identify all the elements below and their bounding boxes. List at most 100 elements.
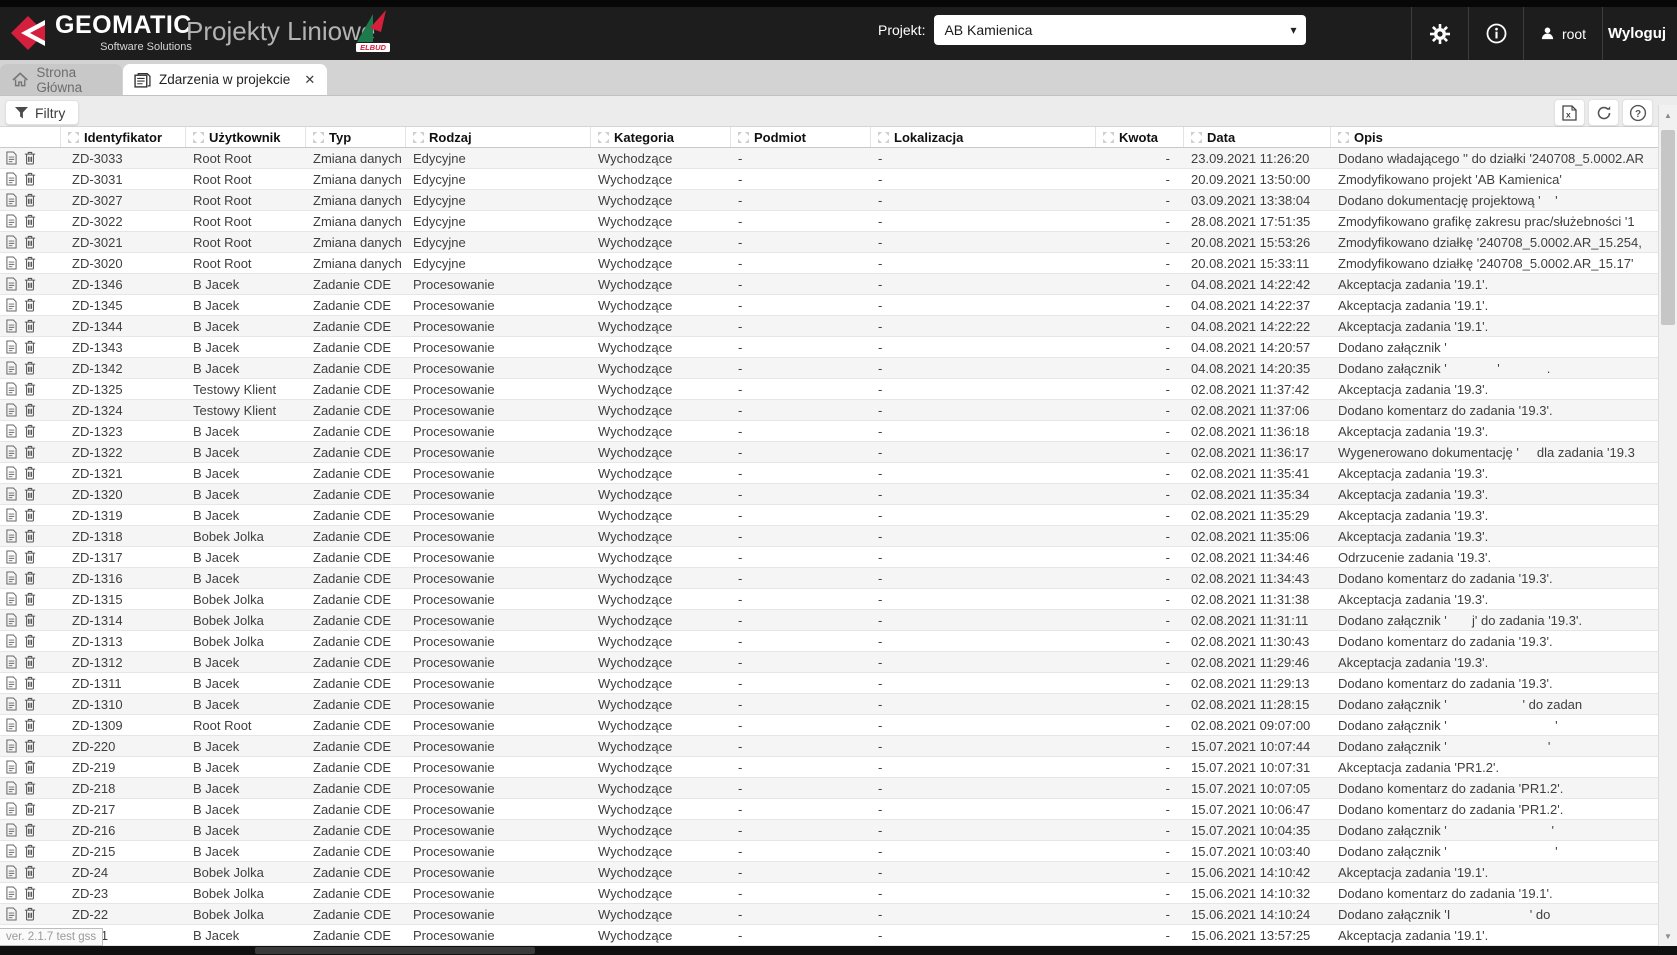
delete-event-button[interactable]	[24, 277, 36, 291]
view-event-button[interactable]	[6, 445, 17, 459]
info-button[interactable]	[1469, 7, 1523, 60]
view-event-button[interactable]	[6, 550, 17, 564]
table-row[interactable]: ZD-1324 Testowy Klient Zadanie CDE Procesow…	[0, 400, 1658, 421]
view-event-button[interactable]	[6, 718, 17, 732]
view-event-button[interactable]	[6, 907, 17, 921]
column-header-kwota[interactable]: Kwota	[1095, 127, 1183, 147]
table-row[interactable]: ZD-1311 B Jacek Zadanie CDE Procesowanie Wyc…	[0, 673, 1658, 694]
column-header-identyfikator[interactable]: Identyfikator	[60, 127, 185, 147]
delete-event-button[interactable]	[24, 760, 36, 774]
column-header-kategoria[interactable]: Kategoria	[590, 127, 730, 147]
table-row[interactable]: ZD-1318 Bobek Jolka Zadanie CDE Procesowani…	[0, 526, 1658, 547]
view-event-button[interactable]	[6, 571, 17, 585]
delete-event-button[interactable]	[24, 655, 36, 669]
tab-project-events[interactable]: Zdarzenia w projekcie ✕	[123, 64, 328, 95]
view-event-button[interactable]	[6, 361, 17, 375]
table-row[interactable]: ZD-215 B Jacek Zadanie CDE Procesowanie Wych…	[0, 841, 1658, 862]
column-drag-icon[interactable]	[1103, 131, 1114, 143]
table-row[interactable]: ZD-216 B Jacek Zadanie CDE Procesowanie Wych…	[0, 820, 1658, 841]
view-event-button[interactable]	[6, 403, 17, 417]
table-row[interactable]: ZD-1344 B Jacek Zadanie CDE Procesowanie Wyc…	[0, 316, 1658, 337]
tab-home[interactable]: Strona Główna	[0, 64, 122, 95]
view-event-button[interactable]	[6, 802, 17, 816]
table-row[interactable]: ZD-1316 B Jacek Zadanie CDE Procesowanie Wyc…	[0, 568, 1658, 589]
view-event-button[interactable]	[6, 508, 17, 522]
table-row[interactable]: ZD-1310 B Jacek Zadanie CDE Procesowanie Wyc…	[0, 694, 1658, 715]
view-event-button[interactable]	[6, 277, 17, 291]
table-row[interactable]: ZD-3027 Root Root Zmiana danych Edycyjne Wyc…	[0, 190, 1658, 211]
delete-event-button[interactable]	[24, 256, 36, 270]
table-row[interactable]: ZD-1342 B Jacek Zadanie CDE Procesowanie Wyc…	[0, 358, 1658, 379]
delete-event-button[interactable]	[24, 298, 36, 312]
user-menu-button[interactable]: root	[1524, 7, 1602, 60]
view-event-button[interactable]	[6, 781, 17, 795]
delete-event-button[interactable]	[24, 235, 36, 249]
table-row[interactable]: ZD-220 B Jacek Zadanie CDE Procesowanie Wych…	[0, 736, 1658, 757]
view-event-button[interactable]	[6, 886, 17, 900]
delete-event-button[interactable]	[24, 550, 36, 564]
excel-export-button[interactable]: x	[1554, 99, 1585, 126]
view-event-button[interactable]	[6, 760, 17, 774]
horizontal-scrollbar[interactable]	[0, 946, 1677, 955]
column-header-lokalizacja[interactable]: Lokalizacja	[870, 127, 1095, 147]
view-event-button[interactable]	[6, 340, 17, 354]
table-row[interactable]: ZD-3020 Root Root Zmiana danych Edycyjne Wyc…	[0, 253, 1658, 274]
table-row[interactable]: ZD-1323 B Jacek Zadanie CDE Procesowanie Wyc…	[0, 421, 1658, 442]
table-row[interactable]: ZD-1312 B Jacek Zadanie CDE Procesowanie Wyc…	[0, 652, 1658, 673]
delete-event-button[interactable]	[24, 403, 36, 417]
delete-event-button[interactable]	[24, 382, 36, 396]
view-event-button[interactable]	[6, 193, 17, 207]
view-event-button[interactable]	[6, 613, 17, 627]
close-tab-icon[interactable]: ✕	[304, 72, 315, 88]
delete-event-button[interactable]	[24, 739, 36, 753]
column-drag-icon[interactable]	[1338, 131, 1349, 143]
delete-event-button[interactable]	[24, 361, 36, 375]
table-row[interactable]: ZD-23 Bobek Jolka Zadanie CDE Procesowanie W…	[0, 883, 1658, 904]
column-drag-icon[interactable]	[1191, 131, 1202, 143]
view-event-button[interactable]	[6, 823, 17, 837]
table-row[interactable]: ZD-3031 Root Root Zmiana danych Edycyjne Wyc…	[0, 169, 1658, 190]
view-event-button[interactable]	[6, 151, 17, 165]
column-header-rodzaj[interactable]: Rodzaj	[405, 127, 590, 147]
view-event-button[interactable]	[6, 319, 17, 333]
view-event-button[interactable]	[6, 298, 17, 312]
column-drag-icon[interactable]	[598, 131, 609, 143]
delete-event-button[interactable]	[24, 676, 36, 690]
delete-event-button[interactable]	[24, 466, 36, 480]
delete-event-button[interactable]	[24, 193, 36, 207]
view-event-button[interactable]	[6, 235, 17, 249]
delete-event-button[interactable]	[24, 487, 36, 501]
view-event-button[interactable]	[6, 592, 17, 606]
view-event-button[interactable]	[6, 739, 17, 753]
delete-event-button[interactable]	[24, 508, 36, 522]
table-row[interactable]: ZD-1314 Bobek Jolka Zadanie CDE Procesowani…	[0, 610, 1658, 631]
view-event-button[interactable]	[6, 529, 17, 543]
view-event-button[interactable]	[6, 424, 17, 438]
column-header-podmiot[interactable]: Podmiot	[730, 127, 870, 147]
column-header-typ[interactable]: Typ	[305, 127, 405, 147]
view-event-button[interactable]	[6, 382, 17, 396]
table-row[interactable]: ZD-1345 B Jacek Zadanie CDE Procesowanie Wyc…	[0, 295, 1658, 316]
view-event-button[interactable]	[6, 466, 17, 480]
logout-button[interactable]: Wyloguj	[1603, 7, 1671, 60]
column-drag-icon[interactable]	[193, 131, 204, 143]
table-row[interactable]: ZD-1317 B Jacek Zadanie CDE Procesowanie Wyc…	[0, 547, 1658, 568]
delete-event-button[interactable]	[24, 571, 36, 585]
refresh-button[interactable]	[1588, 99, 1619, 126]
column-header-data[interactable]: Data	[1183, 127, 1330, 147]
settings-button[interactable]	[1412, 7, 1468, 60]
help-button[interactable]: ?	[1622, 99, 1653, 126]
view-event-button[interactable]	[6, 487, 17, 501]
project-select[interactable]: AB Kamienica ▾	[934, 15, 1307, 45]
delete-event-button[interactable]	[24, 151, 36, 165]
delete-event-button[interactable]	[24, 592, 36, 606]
view-event-button[interactable]	[6, 676, 17, 690]
table-row[interactable]: ZD-1313 Bobek Jolka Zadanie CDE Procesowani…	[0, 631, 1658, 652]
delete-event-button[interactable]	[24, 781, 36, 795]
horizontal-scrollbar-thumb[interactable]	[255, 947, 535, 954]
filters-button[interactable]: Filtry	[5, 100, 80, 125]
delete-event-button[interactable]	[24, 172, 36, 186]
view-event-button[interactable]	[6, 214, 17, 228]
view-event-button[interactable]	[6, 655, 17, 669]
column-drag-icon[interactable]	[413, 131, 424, 143]
